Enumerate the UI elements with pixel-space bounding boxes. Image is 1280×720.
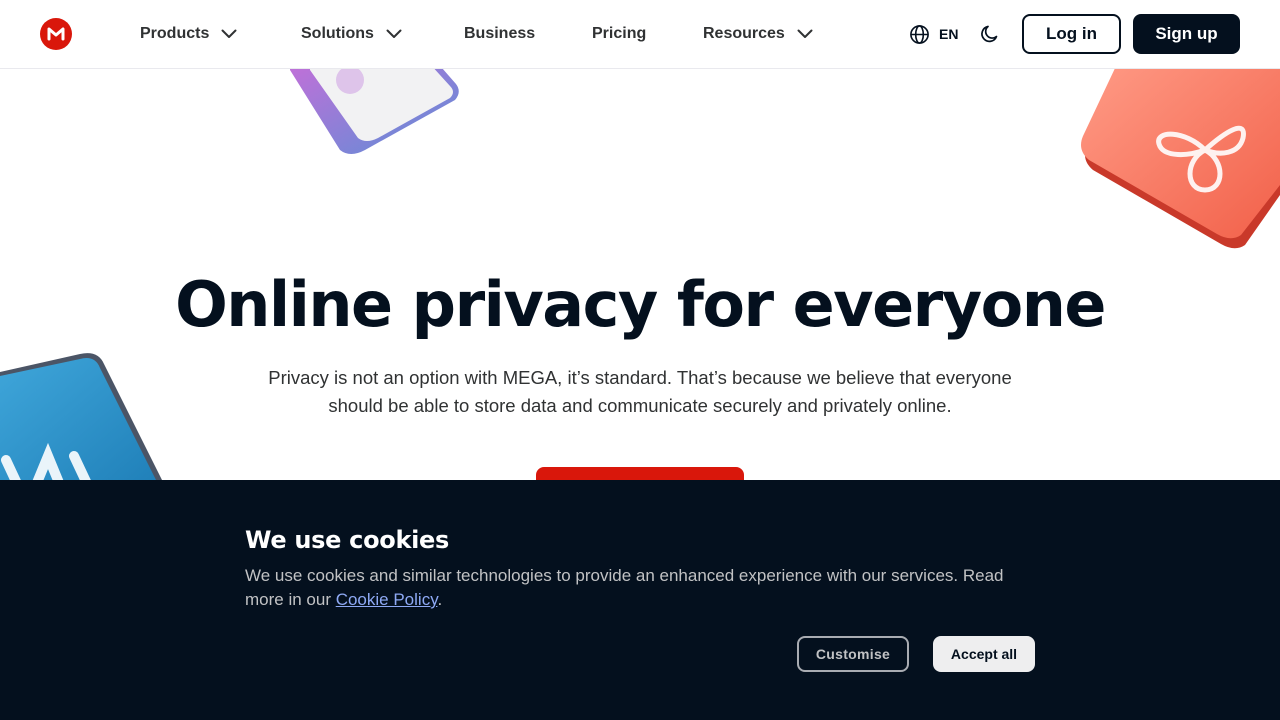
moon-icon[interactable] <box>979 23 1001 45</box>
customise-button[interactable]: Customise <box>797 636 909 672</box>
hero-title: Online privacy for everyone <box>175 268 1106 341</box>
language-selector[interactable]: EN <box>909 23 958 45</box>
hero-subtitle: Privacy is not an option with MEGA, it’s… <box>240 364 1040 420</box>
nav-resources-label: Resources <box>703 25 785 42</box>
login-button[interactable]: Log in <box>1022 14 1121 54</box>
nav-solutions-label: Solutions <box>301 25 374 42</box>
nav-pricing-label: Pricing <box>592 25 647 42</box>
cookie-policy-link[interactable]: Cookie Policy <box>336 590 438 609</box>
accept-all-button[interactable]: Accept all <box>933 636 1035 672</box>
hero-subtitle-line-2: should be able to store data and communi… <box>328 395 952 416</box>
mega-logo-icon[interactable] <box>40 18 72 50</box>
nav-pricing[interactable]: Pricing <box>592 22 646 46</box>
nav-business-label: Business <box>464 25 536 42</box>
cookie-banner-text: We use cookies and similar technologies … <box>245 564 1040 612</box>
site-header: Products Solutions Business Pricing Reso… <box>0 0 1280 69</box>
hero-subtitle-line-1: Privacy is not an option with MEGA, it’s… <box>268 367 1012 388</box>
language-code: EN <box>939 26 959 42</box>
chevron-down-icon <box>384 24 404 44</box>
page: Products Solutions Business Pricing Reso… <box>0 0 1280 720</box>
cookie-banner: We use cookies We use cookies and simila… <box>0 480 1280 720</box>
globe-icon <box>909 24 930 45</box>
nav-business[interactable]: Business <box>464 22 535 46</box>
nav-products[interactable]: Products <box>140 22 239 46</box>
cookie-banner-title: We use cookies <box>245 526 450 554</box>
signup-button[interactable]: Sign up <box>1133 14 1240 54</box>
chevron-down-icon <box>219 24 239 44</box>
nav-resources[interactable]: Resources <box>703 22 815 46</box>
decorative-app-tile-blue <box>0 353 162 490</box>
cookie-text-end: . <box>437 590 443 609</box>
nav-products-label: Products <box>140 25 210 42</box>
decorative-pdf-tile <box>1081 64 1280 249</box>
chevron-down-icon <box>795 24 815 44</box>
nav-solutions[interactable]: Solutions <box>301 22 404 46</box>
